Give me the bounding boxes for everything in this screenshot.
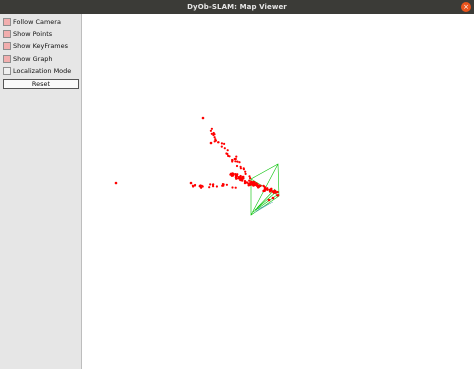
follow-camera-checkbox[interactable] — [3, 18, 11, 26]
map-point — [213, 140, 216, 143]
map-point — [208, 186, 211, 189]
map-point — [231, 159, 234, 162]
map-point — [223, 147, 226, 150]
map-point — [244, 180, 247, 184]
show-keyframes-checkbox[interactable] — [3, 42, 11, 50]
control-panel: Follow Camera Show Points Show KeyFrames… — [0, 14, 82, 369]
map-point — [237, 177, 240, 180]
map-point — [236, 160, 239, 163]
close-icon: × — [463, 3, 469, 11]
map-point — [239, 176, 242, 179]
follow-camera-option[interactable]: Follow Camera — [3, 17, 81, 27]
map-point — [209, 183, 212, 186]
title-bar: DyOb-SLAM: Map Viewer × — [0, 0, 474, 14]
map-point — [212, 185, 215, 188]
map-point — [244, 170, 247, 173]
show-graph-checkbox[interactable] — [3, 55, 11, 63]
map-point — [201, 116, 205, 120]
map-point — [235, 177, 238, 180]
map-point — [234, 186, 237, 189]
show-points-label: Show Points — [13, 30, 53, 38]
map-point — [213, 136, 216, 139]
map-point — [238, 161, 241, 164]
map-point — [234, 160, 237, 163]
map-point — [266, 188, 269, 191]
close-button[interactable]: × — [461, 2, 471, 12]
map-point — [235, 155, 238, 158]
map-point — [247, 184, 250, 187]
map-point — [234, 174, 238, 177]
map-point — [248, 179, 251, 182]
map-point — [226, 149, 229, 152]
map-point — [234, 157, 237, 161]
map-point — [215, 185, 218, 188]
localization-mode-label: Localization Mode — [13, 67, 72, 75]
map-point — [192, 185, 195, 188]
map-point — [258, 184, 262, 188]
map-point — [220, 145, 223, 148]
map-point — [244, 172, 247, 175]
show-points-option[interactable]: Show Points — [3, 29, 81, 39]
map-point — [267, 198, 271, 202]
map-point — [198, 184, 202, 188]
map-viewport[interactable] — [83, 14, 474, 369]
map-point — [201, 185, 204, 188]
map-canvas[interactable] — [83, 14, 474, 369]
map-point — [232, 172, 235, 176]
map-point — [225, 183, 228, 186]
show-graph-option[interactable]: Show Graph — [3, 54, 81, 64]
map-point — [239, 165, 242, 168]
map-point — [209, 141, 213, 145]
localization-mode-option[interactable]: Localization Mode — [3, 66, 81, 76]
follow-camera-label: Follow Camera — [13, 18, 61, 26]
map-point — [248, 175, 251, 178]
show-keyframes-option[interactable]: Show KeyFrames — [3, 41, 81, 51]
reset-button[interactable]: Reset — [3, 79, 79, 89]
map-point — [235, 164, 239, 168]
map-point — [256, 183, 259, 186]
map-point — [189, 181, 193, 185]
show-graph-label: Show Graph — [13, 55, 53, 63]
map-point — [209, 129, 212, 132]
map-point — [220, 142, 223, 145]
map-point — [217, 141, 220, 144]
map-point — [225, 152, 228, 155]
map-point — [222, 183, 225, 186]
map-point — [114, 181, 118, 185]
map-point — [271, 196, 275, 200]
map-point — [268, 190, 272, 193]
map-point — [275, 191, 278, 194]
map-point — [251, 181, 254, 184]
map-point — [250, 183, 254, 186]
map-point — [231, 186, 234, 189]
map-point — [210, 127, 213, 130]
show-keyframes-label: Show KeyFrames — [13, 42, 69, 50]
localization-mode-checkbox[interactable] — [3, 67, 11, 75]
show-points-checkbox[interactable] — [3, 30, 11, 38]
map-point — [227, 154, 230, 157]
map-point — [223, 142, 226, 145]
map-point — [242, 167, 245, 170]
window-title: DyOb-SLAM: Map Viewer — [187, 3, 287, 11]
map-point — [194, 183, 197, 187]
map-point — [263, 189, 266, 192]
map-points — [114, 116, 280, 202]
map-point — [213, 133, 216, 136]
map-point — [210, 132, 213, 135]
map-point — [276, 194, 279, 197]
